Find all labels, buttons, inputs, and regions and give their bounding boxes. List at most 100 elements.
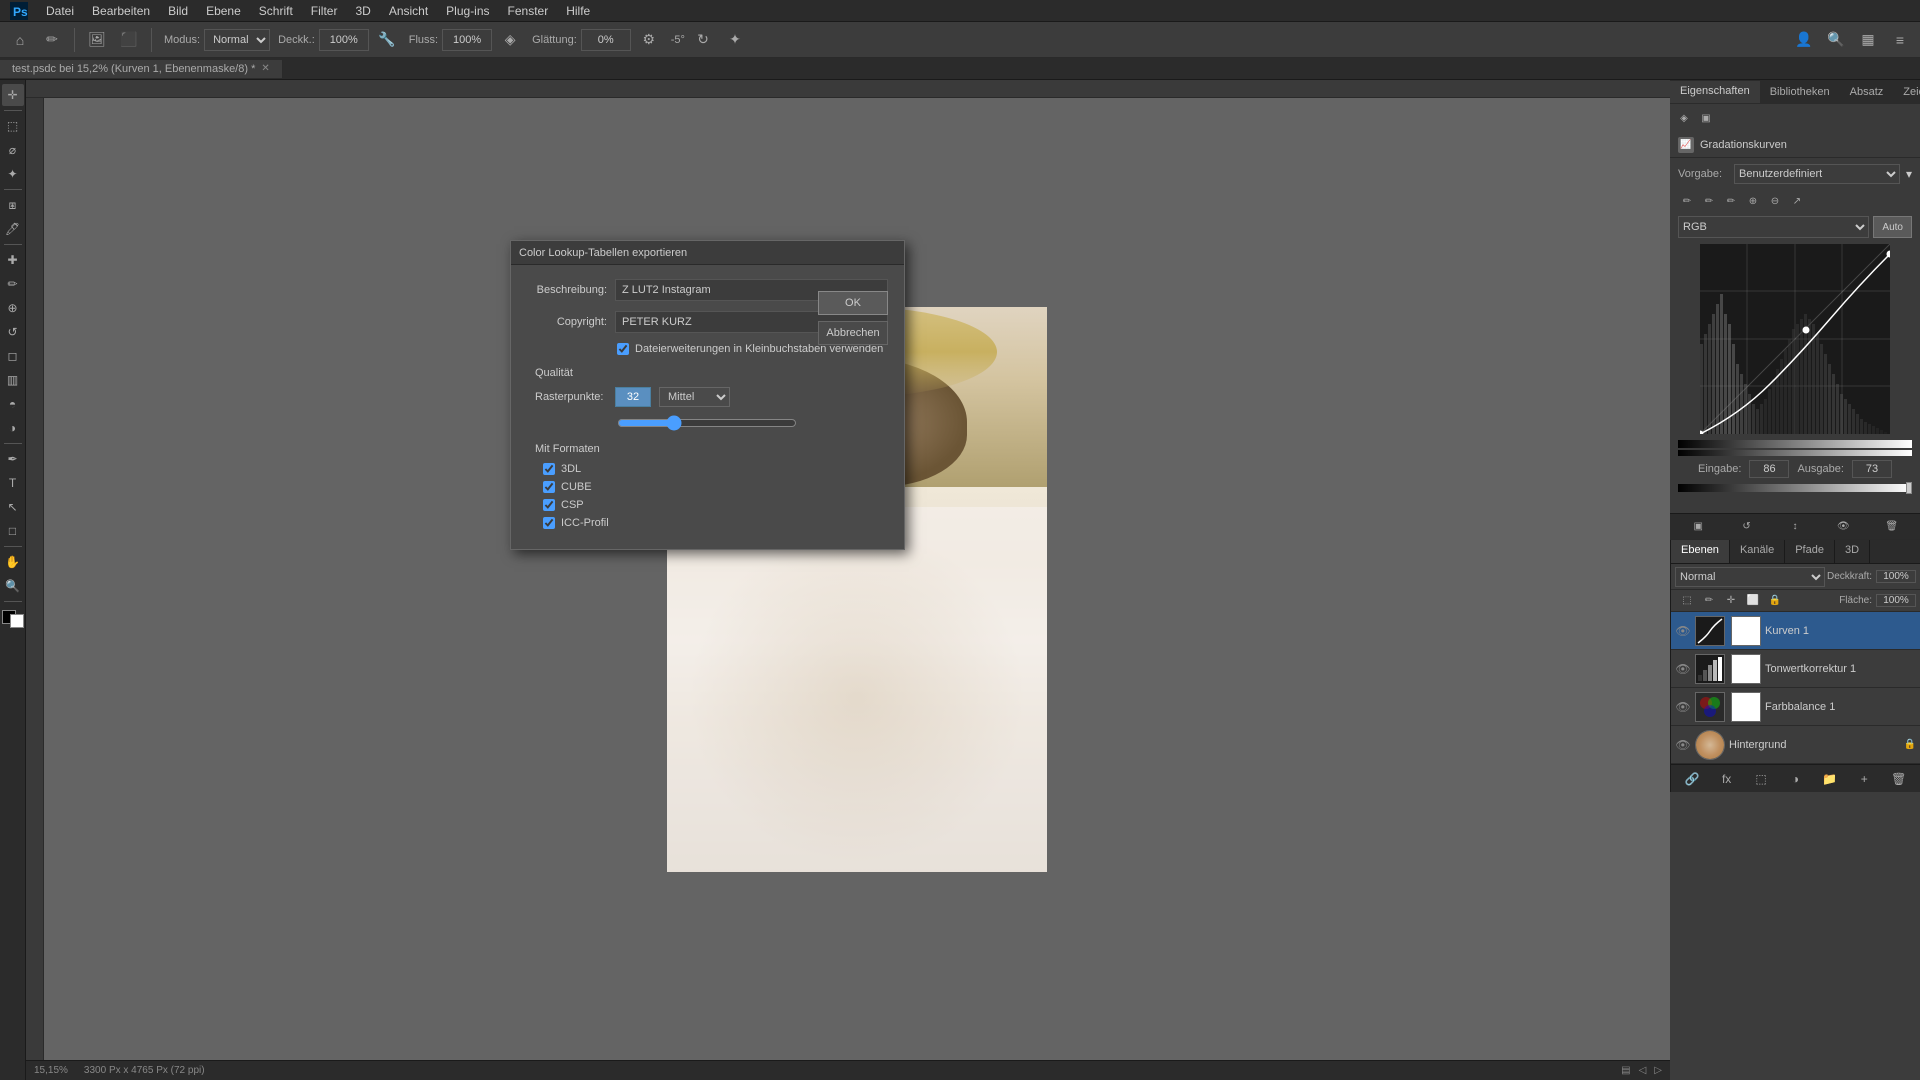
home-icon[interactable]: ⌂ xyxy=(6,26,34,54)
vorgabe-select[interactable]: Benutzerdefiniert xyxy=(1734,164,1900,184)
eingabe-input[interactable] xyxy=(1749,460,1789,478)
eig-icon-2[interactable]: ▣ xyxy=(1696,108,1716,128)
deckkraft-input[interactable] xyxy=(319,29,369,51)
lock-transparent-btn[interactable]: ⬚ xyxy=(1679,593,1695,609)
tool-icon-4[interactable]: 🔧 xyxy=(373,26,401,54)
tab-bibliotheken[interactable]: Bibliotheken xyxy=(1760,82,1840,102)
tool-icon-3[interactable]: ⬛ xyxy=(115,26,143,54)
tool-icon-7[interactable]: ✦ xyxy=(721,26,749,54)
menu-bild[interactable]: Bild xyxy=(160,2,196,20)
menu-ansicht[interactable]: Ansicht xyxy=(381,2,436,20)
cancel-button[interactable]: Abbrechen xyxy=(818,321,888,345)
lock-move-btn[interactable]: ✛ xyxy=(1723,593,1739,609)
settings-icon[interactable]: ⚙ xyxy=(635,26,663,54)
layer-vis-tonwert[interactable]: 👁 xyxy=(1675,662,1691,676)
menu-bearbeiten[interactable]: Bearbeiten xyxy=(84,2,158,20)
workspace-icon[interactable]: ▦ xyxy=(1854,26,1882,54)
hand-tool[interactable]: ✋ xyxy=(2,551,24,573)
search-icon[interactable]: 🔍 xyxy=(1822,26,1850,54)
tab-kanaele[interactable]: Kanäle xyxy=(1730,540,1785,563)
rasterpunkte-input[interactable] xyxy=(615,387,651,407)
brush-tool[interactable]: ✏ xyxy=(38,26,66,54)
checkbox-icc[interactable] xyxy=(543,517,555,529)
glaettung-input[interactable] xyxy=(581,29,631,51)
eig-bottom-3[interactable]: ↕ xyxy=(1785,517,1805,537)
brush-tool-left[interactable]: ✏ xyxy=(2,273,24,295)
fluss-input[interactable] xyxy=(442,29,492,51)
layer-vis-hintergrund[interactable]: 👁 xyxy=(1675,738,1691,752)
rgb-select[interactable]: RGB xyxy=(1678,216,1869,238)
history-brush-tool[interactable]: ↺ xyxy=(2,321,24,343)
lut-tool-3[interactable]: ✏ xyxy=(1722,192,1740,210)
export-dialog[interactable]: Color Lookup-Tabellen exportieren OK Abb… xyxy=(510,240,905,550)
layer-hintergrund[interactable]: 👁 Hintergrund 🔒 xyxy=(1671,726,1920,764)
zoom-tool[interactable]: 🔍 xyxy=(2,575,24,597)
eig-bottom-1[interactable]: ▣ xyxy=(1688,517,1708,537)
dodge-tool[interactable]: ◑ xyxy=(2,417,24,439)
layer-vis-kurven1[interactable]: 👁 xyxy=(1675,624,1691,638)
datei-checkbox[interactable] xyxy=(617,343,629,355)
add-adjustment-btn[interactable]: ◑ xyxy=(1784,768,1806,790)
background-color[interactable] xyxy=(10,614,24,628)
tab-zeichen[interactable]: Zeichen xyxy=(1893,82,1920,102)
eig-bottom-2[interactable]: ↺ xyxy=(1737,517,1757,537)
blur-tool[interactable]: ◓ xyxy=(2,393,24,415)
tab-absatz[interactable]: Absatz xyxy=(1840,82,1894,102)
gradient-tool[interactable]: ▥ xyxy=(2,369,24,391)
checkbox-csp[interactable] xyxy=(543,499,555,511)
account-icon[interactable]: 👤 xyxy=(1790,26,1818,54)
tab-3d[interactable]: 3D xyxy=(1835,540,1870,563)
add-style-btn[interactable]: fx xyxy=(1716,768,1738,790)
delete-layer-btn[interactable]: 🗑 xyxy=(1888,768,1910,790)
link-layers-btn[interactable]: 🔗 xyxy=(1681,768,1703,790)
layer-kurven1[interactable]: 👁 Kurven 1 xyxy=(1671,612,1920,650)
layer-vis-farbbalance[interactable]: 👁 xyxy=(1675,700,1691,714)
mode-select[interactable]: Normal xyxy=(204,29,270,51)
lut-tool-1[interactable]: ✏ xyxy=(1678,192,1696,210)
menu-schrift[interactable]: Schrift xyxy=(251,2,301,20)
tab-pfade[interactable]: Pfade xyxy=(1785,540,1835,563)
lock-all-btn[interactable]: 🔒 xyxy=(1767,593,1783,609)
menu-filter[interactable]: Filter xyxy=(303,2,346,20)
tab-ebenen[interactable]: Ebenen xyxy=(1671,540,1730,563)
type-tool[interactable]: T xyxy=(2,472,24,494)
eig-bottom-5[interactable]: 🗑 xyxy=(1882,517,1902,537)
add-mask-btn[interactable]: ⬚ xyxy=(1750,768,1772,790)
tab-eigenschaften[interactable]: Eigenschaften xyxy=(1670,81,1760,103)
eig-bottom-4[interactable]: 👁 xyxy=(1833,517,1853,537)
tool-icon-6[interactable]: ↻ xyxy=(689,26,717,54)
auto-button[interactable]: Auto xyxy=(1873,216,1912,238)
menu-3d[interactable]: 3D xyxy=(347,2,378,20)
eyedropper-tool[interactable]: 🖊 xyxy=(2,218,24,240)
lut-tool-5[interactable]: ⊖ xyxy=(1766,192,1784,210)
tool-icon-5[interactable]: ◈ xyxy=(496,26,524,54)
crop-tool[interactable]: ⧆ xyxy=(2,194,24,216)
lut-tool-4[interactable]: ⊕ xyxy=(1744,192,1762,210)
more-icon[interactable]: ≡ xyxy=(1886,26,1914,54)
add-layer-btn[interactable]: + xyxy=(1853,768,1875,790)
file-tab-close[interactable]: ✕ xyxy=(261,63,269,74)
lut-tool-2[interactable]: ✏ xyxy=(1700,192,1718,210)
path-select-tool[interactable]: ↖ xyxy=(2,496,24,518)
layer-tonwert[interactable]: 👁 Tonwertkorrektur 1 xyxy=(1671,650,1920,688)
checkbox-3dl[interactable] xyxy=(543,463,555,475)
pen-tool[interactable]: ✒ xyxy=(2,448,24,470)
clone-tool[interactable]: ⊕ xyxy=(2,297,24,319)
ok-button[interactable]: OK xyxy=(818,291,888,315)
lasso-tool[interactable]: ⌀ xyxy=(2,139,24,161)
eig-icon-1[interactable]: ◈ xyxy=(1674,108,1694,128)
deckkraft-input-layers[interactable] xyxy=(1876,570,1916,583)
eraser-tool[interactable]: ◻ xyxy=(2,345,24,367)
menu-hilfe[interactable]: Hilfe xyxy=(558,2,598,20)
mittel-select[interactable]: Mittel Niedrig Hoch Maximal xyxy=(659,387,730,407)
add-group-btn[interactable]: 📁 xyxy=(1819,768,1841,790)
menu-plugins[interactable]: Plug-ins xyxy=(438,2,497,20)
lock-artboard-btn[interactable]: ⬜ xyxy=(1745,593,1761,609)
magic-wand-tool[interactable]: ✦ xyxy=(2,163,24,185)
checkbox-cube[interactable] xyxy=(543,481,555,493)
move-tool[interactable]: ✛ xyxy=(2,84,24,106)
select-tool[interactable]: ⬚ xyxy=(2,115,24,137)
flaeche-input[interactable] xyxy=(1876,594,1916,607)
quality-slider[interactable] xyxy=(617,415,797,431)
tool-icon-2[interactable]: 🖼 xyxy=(83,26,111,54)
